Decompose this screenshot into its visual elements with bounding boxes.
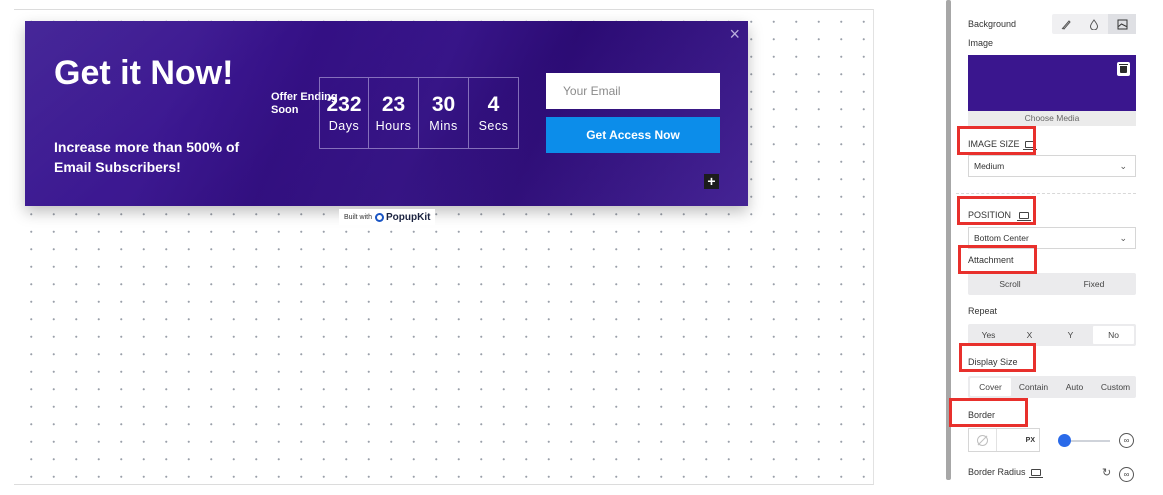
popup-headline: Get it Now! [54, 54, 234, 92]
countdown-days: 232 Days [319, 77, 369, 149]
countdown-unit: Mins [429, 119, 458, 133]
section-divider [956, 193, 1136, 194]
countdown-value: 30 [431, 93, 456, 116]
highlight-image-size [957, 126, 1036, 155]
display-size-option-custom[interactable]: Custom [1095, 376, 1136, 398]
repeat-option-y[interactable]: Y [1050, 324, 1091, 346]
canvas-gutter [874, 9, 946, 485]
chevron-down-icon: ⌄ [1119, 233, 1127, 243]
repeat-label: Repeat [968, 306, 998, 316]
countdown-secs: 4 Secs [469, 77, 519, 149]
border-unit[interactable]: PX [997, 429, 1039, 451]
popup-subline: Increase more than 500% of Email Subscri… [54, 139, 240, 175]
email-input[interactable]: Your Email [546, 73, 720, 109]
reset-icon[interactable]: ↻ [1102, 466, 1111, 479]
image-size-value: Medium [974, 161, 1005, 171]
display-size-option-auto[interactable]: Auto [1054, 376, 1095, 398]
monitor-icon[interactable] [1028, 469, 1043, 478]
built-with-badge[interactable]: Built with PopupKit [339, 209, 436, 225]
trash-icon[interactable] [1117, 62, 1130, 76]
background-label: Background [968, 19, 1017, 29]
countdown-unit: Days [328, 119, 360, 133]
get-access-button[interactable]: Get Access Now [546, 117, 720, 153]
highlight-position [957, 196, 1036, 225]
brush-icon[interactable] [1052, 14, 1080, 34]
built-with-brand: PopupKit [386, 211, 431, 223]
plus-icon: + [704, 174, 719, 189]
countdown-hours: 23 Hours [369, 77, 419, 149]
border-radius-text: Border Radius [968, 467, 1026, 477]
countdown-timer: 232 Days 23 Hours 30 Mins 4 Secs [319, 77, 519, 149]
popupkit-logo-icon [375, 212, 385, 222]
chevron-down-icon: ⌄ [1119, 161, 1127, 171]
settings-panel: Background Image Choose Media IMAGE SIZE… [949, 0, 1163, 495]
position-value: Bottom Center [974, 233, 1029, 243]
background-type-tabs [1052, 14, 1136, 34]
countdown-value: 232 [326, 93, 362, 116]
image-icon[interactable] [1108, 14, 1136, 34]
countdown-unit: Secs [478, 119, 509, 133]
countdown-unit: Hours [375, 119, 412, 133]
border-width-input[interactable]: PX [968, 428, 1040, 452]
image-size-select[interactable]: Medium ⌄ [968, 155, 1136, 177]
display-size-toggle: Cover Contain Auto Custom [968, 376, 1136, 398]
countdown-value: 4 [487, 93, 500, 116]
highlight-attachment [958, 245, 1037, 274]
attachment-option-fixed[interactable]: Fixed [1052, 273, 1136, 295]
choose-media-button[interactable]: Choose Media [968, 111, 1136, 126]
droplet-icon[interactable] [1080, 14, 1108, 34]
link-icon[interactable]: ∞ [1119, 467, 1134, 482]
popup-preview[interactable]: × Get it Now! Increase more than 500% of… [25, 21, 748, 206]
built-with-prefix: Built with [344, 213, 373, 221]
countdown-value: 23 [381, 93, 406, 116]
link-icon[interactable]: ∞ [1119, 433, 1134, 448]
border-radius-label: Border Radius [968, 467, 1043, 478]
display-size-option-cover[interactable]: Cover [970, 378, 1011, 396]
highlight-display-size [959, 343, 1036, 372]
editor-root: × Get it Now! Increase more than 500% of… [0, 0, 1163, 495]
attachment-option-scroll[interactable]: Scroll [968, 273, 1052, 295]
countdown-mins: 30 Mins [419, 77, 469, 149]
add-block-button[interactable]: + [704, 174, 719, 189]
close-icon[interactable]: × [729, 25, 740, 43]
attachment-toggle: Scroll Fixed [968, 273, 1136, 295]
display-size-option-contain[interactable]: Contain [1013, 376, 1054, 398]
no-border-icon [977, 434, 988, 446]
highlight-border [949, 398, 1028, 427]
image-label: Image [968, 38, 994, 48]
border-slider-handle[interactable] [1058, 434, 1071, 447]
background-image-preview[interactable] [968, 55, 1136, 111]
border-none-icon[interactable] [969, 429, 997, 451]
repeat-option-no[interactable]: No [1093, 326, 1134, 344]
